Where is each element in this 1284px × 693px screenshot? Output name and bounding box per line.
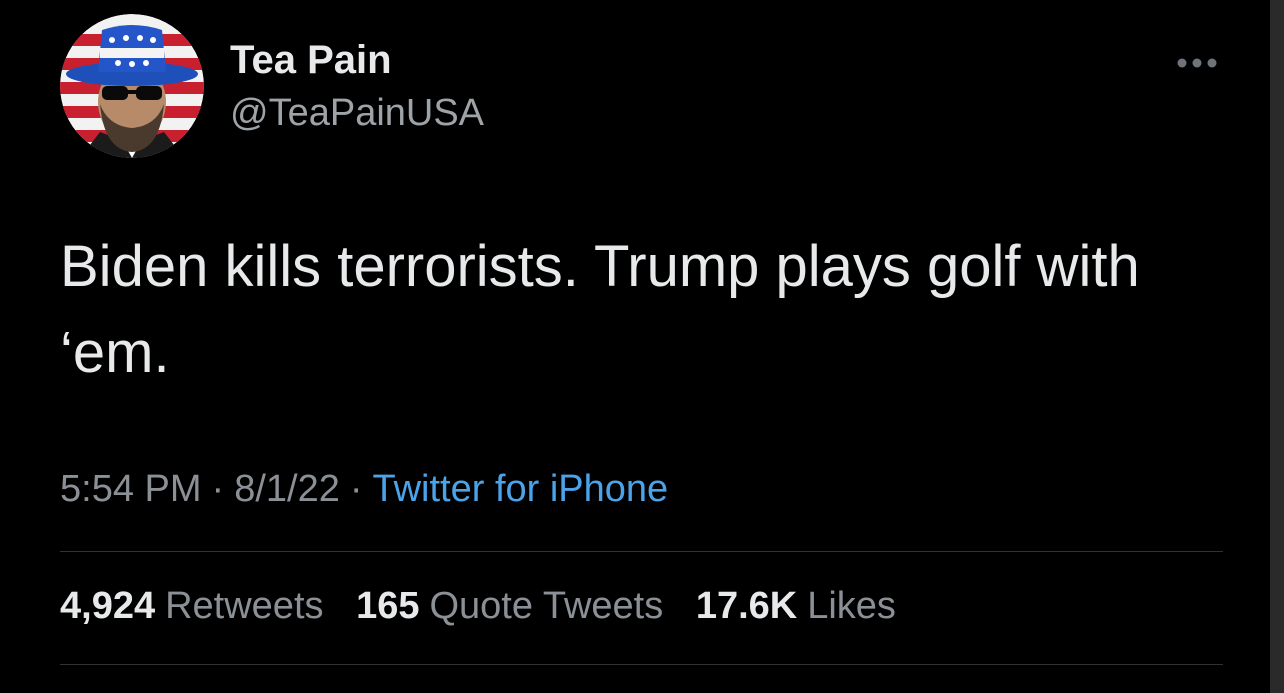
tweet-stats: 4,924 Retweets 165 Quote Tweets 17.6K Likes [60,585,918,628]
tweet-date[interactable]: 8/1/22 [234,468,340,510]
meta-separator: · [211,468,225,510]
quote-tweets-stat[interactable]: 165 Quote Tweets [356,585,663,627]
tweet-meta: 5:54 PM · 8/1/22 · Twitter for iPhone [60,468,668,511]
tweet-detail: Tea Pain @TeaPainUSA Biden kills terrori… [0,0,1284,693]
more-horizontal-icon[interactable] [1172,52,1222,74]
screen-edge [1270,0,1284,693]
retweets-count: 4,924 [60,585,156,627]
quote-tweets-label: Quote Tweets [429,585,664,627]
retweets-stat[interactable]: 4,924 Retweets [60,585,324,627]
likes-label: Likes [807,585,896,627]
user-display-name[interactable]: Tea Pain [230,38,392,83]
tweet-source-link[interactable]: Twitter for iPhone [373,468,669,510]
tweet-text: Biden kills terrorists. Trump plays golf… [60,234,1140,385]
divider [60,664,1223,665]
tweet-time: 5:54 PM [60,468,202,510]
avatar-image [60,14,204,158]
likes-count: 17.6K [695,585,798,627]
retweets-label: Retweets [165,585,324,627]
likes-stat[interactable]: 17.6K Likes [696,585,896,627]
user-avatar[interactable] [60,14,204,158]
meta-separator: · [349,468,363,510]
quote-tweets-count: 165 [356,585,420,627]
divider [60,551,1223,552]
user-handle[interactable]: @TeaPainUSA [230,92,484,135]
